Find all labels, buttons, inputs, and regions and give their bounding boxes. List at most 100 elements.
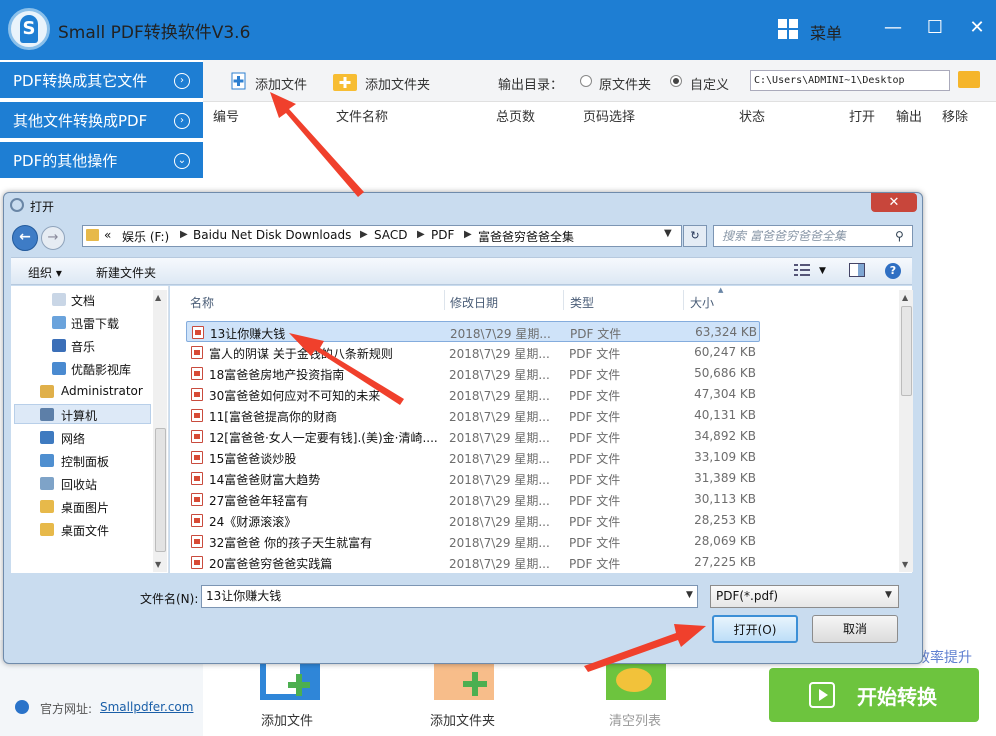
column-header-size[interactable]: 大小 [690,294,714,311]
scroll-down-icon[interactable]: ▼ [902,560,908,569]
address-dropdown-icon[interactable]: ▼ [664,228,672,239]
file-row[interactable]: 27富爸爸年轻富有 2018\7\29 星期... PDF 文件 30,113 KB [186,489,760,510]
close-button[interactable]: ✕ [962,14,992,42]
file-row[interactable]: 30富爸爸如何应对不可知的未来 2018\7\29 星期... PDF 文件 47,3… [186,384,760,405]
file-size: 50,686 KB [694,366,756,380]
file-list-scrollbar-thumb[interactable] [901,306,912,396]
radio-original-label: 原文件夹 [599,78,652,93]
globe-icon [15,700,29,714]
file-date: 2018\7\29 星期... [449,494,550,508]
breadcrumb-overflow[interactable]: « [104,228,111,242]
nav-scrollbar-thumb[interactable] [155,428,166,552]
file-type-select[interactable]: PDF(*.pdf) [710,585,899,608]
nav-item[interactable]: 网络 [61,430,85,447]
menu-button[interactable]: 菜单 [810,20,842,44]
open-button[interactable]: 打开(O) [712,615,798,643]
file-row[interactable]: 20富爸爸穷爸爸实践篇 2018\7\29 星期... PDF 文件 27,225 K… [186,552,760,573]
file-row[interactable]: 18富爸爸房地产投资指南 2018\7\29 星期... PDF 文件 50,686 … [186,363,760,384]
breadcrumb-separator-icon[interactable]: ▶ [464,229,472,240]
breadcrumb-separator-icon[interactable]: ▶ [360,229,368,240]
forward-arrow-icon[interactable]: → [41,226,65,250]
breadcrumb-pdf[interactable]: PDF [431,228,454,242]
column-header-name[interactable]: 名称 [190,294,214,311]
column-header-type[interactable]: 类型 [570,294,594,311]
back-arrow-icon[interactable]: ← [12,225,38,251]
file-size: 63,324 KB [695,325,757,339]
breadcrumb-separator-icon[interactable]: ▶ [417,229,425,240]
breadcrumb-drive[interactable]: 娱乐 (F:) [122,228,169,245]
file-date: 2018\7\29 星期... [449,473,550,487]
sidebar-item-other-to-pdf[interactable]: 其他文件转换成PDF › [0,102,203,140]
scroll-down-icon[interactable]: ▼ [155,560,161,569]
search-input[interactable]: 搜索 富爸爸穷爸爸全集 [713,225,913,247]
file-row[interactable]: 富人的阴谋 关于金钱的八条新规则 2018\7\29 星期... PDF 文件 60,… [186,342,760,363]
sidebar-item-pdf-to-other[interactable]: PDF转换成其它文件 › [0,62,203,100]
view-options-icon[interactable] [794,263,810,277]
file-type-dropdown-icon[interactable]: ▼ [885,590,892,600]
breadcrumb-separator-icon[interactable]: ▶ [180,229,188,240]
website-link[interactable]: Smallpdfer.com [100,700,193,714]
nav-item[interactable]: 优酷影视库 [71,361,131,378]
column-divider[interactable] [563,290,564,310]
network-icon [40,431,54,444]
filename-dropdown-icon[interactable]: ▼ [686,590,693,600]
help-icon[interactable]: ? [885,263,901,279]
sidebar-item-pdf-other-ops[interactable]: PDF的其他操作 ⌄ [0,142,203,180]
nav-item[interactable]: 文档 [71,292,95,309]
file-name: 30富爸爸如何应对不可知的未来 [209,389,381,403]
file-row[interactable]: 24《财源滚滚》 2018\7\29 星期... PDF 文件 28,253 KB [186,510,760,531]
column-header-output: 输出 [896,110,923,125]
file-row[interactable]: 12[富爸爸·女人一定要有钱].(美)金·清崎.... 2018\7\29 星期.… [186,426,760,447]
nav-item[interactable]: 桌面图片 [61,499,109,516]
browse-folder-icon[interactable] [958,71,980,88]
add-folder-icon[interactable] [333,71,357,91]
minimize-button[interactable]: — [878,14,908,42]
bottom-clear-list-button[interactable]: 清空列表 [609,710,661,729]
column-header-date[interactable]: 修改日期 [450,294,498,311]
radio-original-folder[interactable] [580,75,592,87]
nav-item[interactable]: 桌面文件 [61,522,109,539]
scroll-up-icon[interactable]: ▲ [155,293,161,302]
nav-item[interactable]: 音乐 [71,338,95,355]
scroll-up-icon[interactable]: ▲ [902,293,908,302]
organize-button[interactable]: 组织 ▾ [28,264,62,281]
breadcrumb-baidu[interactable]: Baidu Net Disk Downloads [193,228,351,242]
nav-item[interactable]: 控制面板 [61,453,109,470]
radio-custom-label: 自定义 [690,78,730,93]
file-type: PDF 文件 [569,431,621,445]
file-row[interactable]: 15富爸爸谈炒股 2018\7\29 星期... PDF 文件 33,109 KB [186,447,760,468]
bottom-add-folder-button[interactable]: 添加文件夹 [430,710,495,729]
dialog-close-button[interactable]: ✕ [871,193,917,212]
breadcrumb-current[interactable]: 富爸爸穷爸爸全集 [478,228,574,245]
file-row[interactable]: 13让你赚大钱 2018\7\29 星期... PDF 文件 63,324 KB [186,321,760,342]
file-name: 20富爸爸穷爸爸实践篇 [209,557,333,571]
nav-item[interactable]: Administrator [61,384,143,398]
breadcrumb-sacd[interactable]: SACD [374,228,407,242]
nav-item[interactable]: 计算机 [61,407,97,424]
file-row[interactable]: 32富爸爸 你的孩子天生就富有 2018\7\29 星期... PDF 文件 28,0… [186,531,760,552]
view-dropdown-icon[interactable]: ▼ [819,266,826,276]
cancel-button[interactable]: 取消 [812,615,898,643]
output-path-field[interactable]: C:\Users\ADMINI~1\Desktop [750,70,950,91]
column-divider[interactable] [683,290,684,310]
radio-custom[interactable] [670,75,682,87]
new-folder-button[interactable]: 新建文件夹 [96,264,156,281]
file-row[interactable]: 14富爸爸财富大趋势 2018\7\29 星期... PDF 文件 31,389 KB [186,468,760,489]
column-divider[interactable] [444,290,445,310]
start-conversion-button[interactable]: 开始转换 [769,668,979,722]
file-row[interactable]: 11[富爸爸提高你的财商 2018\7\29 星期... PDF 文件 40,131 … [186,405,760,426]
add-folder-button[interactable]: 添加文件夹 [365,74,430,93]
nav-item[interactable]: 回收站 [61,476,97,493]
bottom-add-file-button[interactable]: 添加文件 [261,710,313,729]
column-header-pages: 总页数 [496,110,536,125]
preview-pane-icon[interactable] [849,263,865,277]
filename-input[interactable]: 13让你赚大钱 [201,585,698,608]
menu-grid-icon[interactable] [778,19,798,39]
maximize-button[interactable]: ☐ [920,14,950,42]
nav-item[interactable]: 迅雷下载 [71,315,119,332]
search-icon[interactable]: ⚲ [895,229,904,243]
add-file-icon[interactable] [230,72,248,90]
refresh-icon[interactable]: ↻ [683,225,707,247]
file-size: 33,109 KB [694,450,756,464]
add-file-button[interactable]: 添加文件 [255,74,307,93]
